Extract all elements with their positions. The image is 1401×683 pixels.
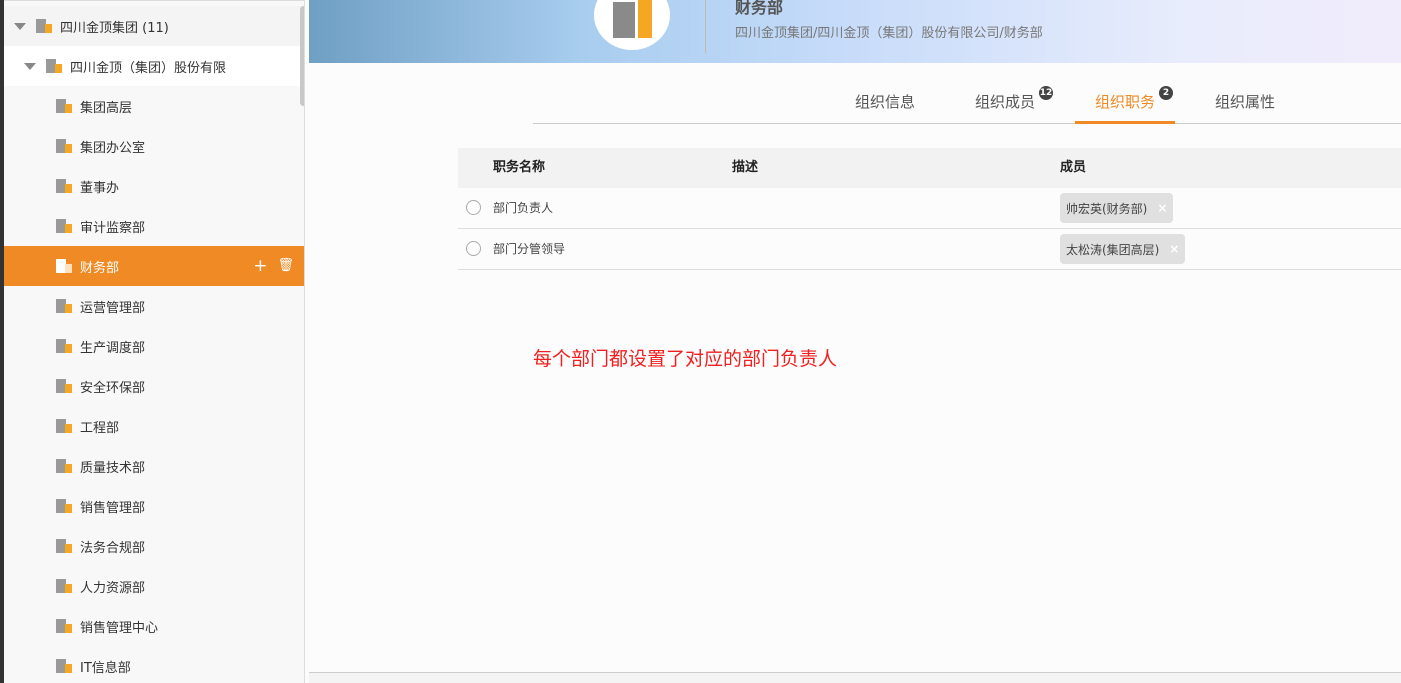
trash-icon[interactable]: 🗑	[277, 256, 294, 276]
tree-item[interactable]: 安全环保部	[4, 366, 304, 406]
building-icon	[56, 619, 72, 633]
tree-item[interactable]: 销售管理中心	[4, 606, 304, 646]
member-tag: 帅宏英(财务部) ×	[1060, 193, 1174, 223]
building-icon	[56, 539, 72, 553]
table-header: 职务名称 描述 成员	[458, 148, 1401, 188]
positions-table: 职务名称 描述 成员 部门负责人 帅宏英(财务部) × 部门分管领导 太松涛(集团…	[458, 148, 1401, 270]
row-radio[interactable]	[466, 200, 481, 215]
org-title: 财务部	[735, 0, 784, 17]
col-position-name: 职务名称	[493, 160, 546, 175]
building-icon	[36, 19, 52, 33]
tree-item-label: 审计监察部	[80, 220, 146, 236]
tree-item-label: 销售管理部	[80, 500, 146, 516]
position-name: 部门分管领导	[493, 242, 566, 256]
tree-item-label: 法务合规部	[80, 540, 146, 556]
table-row[interactable]: 部门分管领导 太松涛(集团高层) ×	[458, 229, 1401, 270]
tree-item[interactable]: 法务合规部	[4, 526, 304, 566]
col-members: 成员	[1060, 160, 1087, 175]
tree-item[interactable]: 集团高层	[4, 86, 304, 126]
positions-count-badge: 2	[1159, 86, 1173, 100]
tree-item-label: 集团高层	[80, 100, 133, 116]
table-row[interactable]: 部门负责人 帅宏英(财务部) ×	[458, 188, 1401, 229]
tree-root-label: 四川金顶集团 (11)	[60, 20, 169, 36]
divider	[705, 0, 706, 53]
tree-root[interactable]: 四川金顶集团 (11)	[4, 6, 304, 46]
building-icon	[56, 179, 72, 193]
tree-item[interactable]: 财务部 + 🗑	[4, 246, 304, 286]
building-icon	[56, 99, 72, 113]
tree-item[interactable]: 人力资源部	[4, 566, 304, 606]
building-icon	[56, 659, 72, 673]
org-path: 四川金顶集团/四川金顶（集团）股份有限公司/财务部	[735, 26, 1043, 41]
tree-item-label: 运营管理部	[80, 300, 146, 316]
org-logo	[594, 0, 670, 50]
tree-item-label: 人力资源部	[80, 580, 146, 596]
position-name: 部门负责人	[493, 201, 554, 215]
tree-item-label: 质量技术部	[80, 460, 146, 476]
tab-org-attributes[interactable]: 组织属性	[1195, 80, 1295, 124]
tree-company-label: 四川金顶（集团）股份有限	[70, 60, 227, 76]
building-icon	[56, 379, 72, 393]
building-icon	[56, 419, 72, 433]
row-radio[interactable]	[466, 241, 481, 256]
tree-item-label: 生产调度部	[80, 340, 146, 356]
remove-member-icon[interactable]: ×	[1157, 201, 1167, 215]
member-tag: 太松涛(集团高层) ×	[1060, 234, 1186, 264]
tree-item[interactable]: 工程部	[4, 406, 304, 446]
annotation-text: 每个部门都设置了对应的部门负责人	[533, 348, 838, 370]
building-icon	[56, 219, 72, 233]
footer-bar	[309, 672, 1401, 683]
tree-item[interactable]: 集团办公室	[4, 126, 304, 166]
tab-org-positions[interactable]: 组织职务 2	[1075, 80, 1175, 124]
col-description: 描述	[732, 160, 759, 175]
members-count-badge: 12	[1039, 86, 1053, 100]
tree-item[interactable]: 运营管理部	[4, 286, 304, 326]
building-icon	[56, 139, 72, 153]
header-banner: 财务部 四川金顶集团/四川金顶（集团）股份有限公司/财务部	[309, 0, 1401, 63]
tree-item-label: 财务部	[80, 260, 120, 276]
caret-down-icon[interactable]	[14, 22, 26, 30]
caret-down-icon[interactable]	[24, 62, 36, 70]
building-icon	[56, 259, 72, 273]
tree-item-label: IT信息部	[80, 660, 131, 676]
tab-org-members[interactable]: 组织成员 12	[955, 80, 1055, 124]
tree-item-label: 董事办	[80, 180, 120, 196]
tree-item[interactable]: 销售管理部	[4, 486, 304, 526]
tree-item-label: 集团办公室	[80, 140, 146, 156]
building-icon	[56, 299, 72, 313]
tree-item[interactable]: 审计监察部	[4, 206, 304, 246]
tree-item[interactable]: 董事办	[4, 166, 304, 206]
tree-item-label: 安全环保部	[80, 380, 146, 396]
tree-item-label: 工程部	[80, 420, 120, 436]
tab-org-info[interactable]: 组织信息	[835, 80, 935, 124]
tree-item[interactable]: IT信息部	[4, 646, 304, 683]
building-icon	[46, 59, 62, 73]
remove-member-icon[interactable]: ×	[1169, 242, 1179, 256]
org-tree-sidebar: 四川金顶集团 (11) 四川金顶（集团）股份有限 集团高层集团办公室董事办审计监…	[4, 0, 305, 683]
tree-item-label: 销售管理中心	[80, 620, 159, 636]
tree-item[interactable]: 质量技术部	[4, 446, 304, 486]
building-icon	[56, 339, 72, 353]
tab-bar: 组织信息 组织成员 12 组织职务 2 组织属性	[533, 80, 1401, 124]
tree-company[interactable]: 四川金顶（集团）股份有限	[4, 46, 304, 86]
tree-item[interactable]: 生产调度部	[4, 326, 304, 366]
add-icon[interactable]: +	[253, 256, 267, 276]
building-icon	[56, 579, 72, 593]
scrollbar[interactable]	[300, 6, 304, 106]
building-icon	[56, 499, 72, 513]
building-icon	[56, 459, 72, 473]
